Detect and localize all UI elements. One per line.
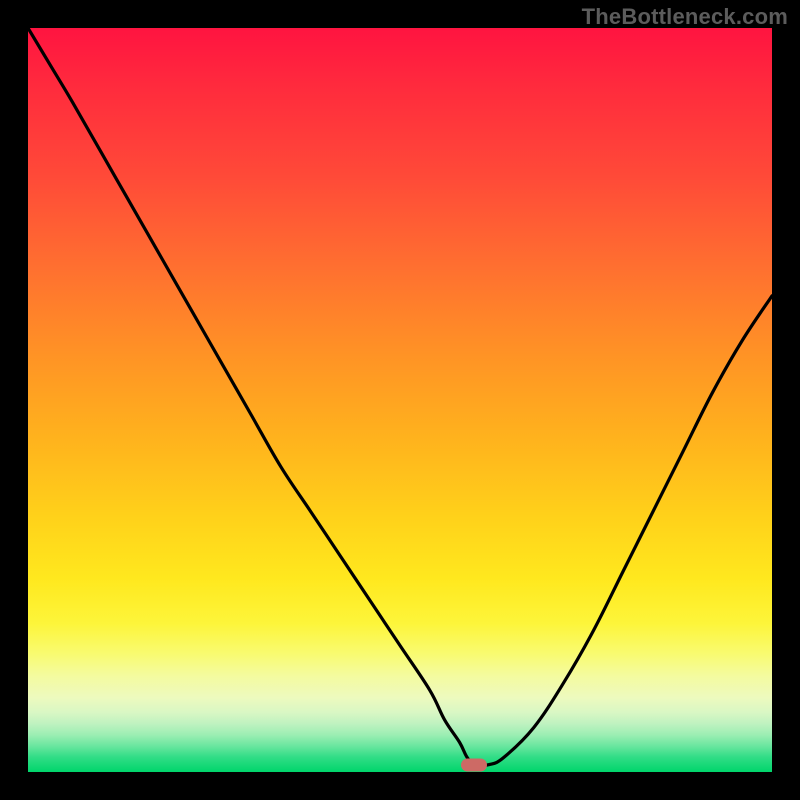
chart-frame: TheBottleneck.com [0, 0, 800, 800]
curve-path [28, 28, 772, 766]
plot-area [28, 28, 772, 772]
bottleneck-curve [28, 28, 772, 772]
optimum-marker [461, 758, 487, 771]
watermark-text: TheBottleneck.com [582, 4, 788, 30]
